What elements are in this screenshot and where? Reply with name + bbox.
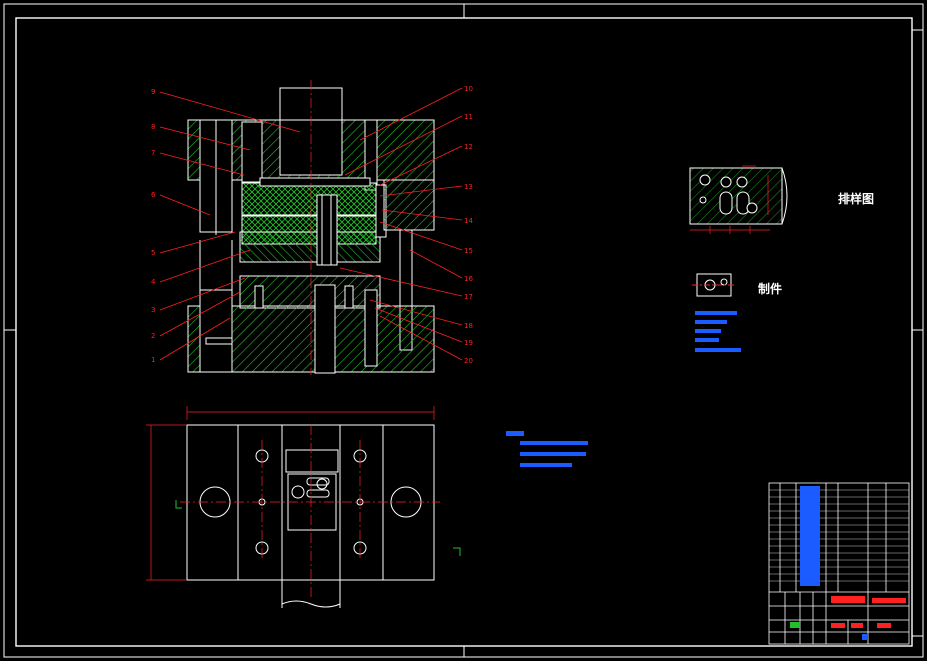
- part-number: 18: [464, 322, 473, 330]
- part-number: 9: [151, 88, 155, 96]
- part-number: 20: [464, 357, 473, 365]
- workpiece-notes: [695, 311, 741, 352]
- technical-requirements: [506, 431, 588, 467]
- layout-diagram-label: 排样图: [838, 191, 874, 206]
- part-number: 8: [151, 123, 155, 131]
- part-number: 12: [464, 143, 473, 151]
- part-number: 16: [464, 275, 473, 283]
- title-block-entries: [800, 486, 820, 586]
- title-block-name: [831, 596, 906, 628]
- strip-layout: [689, 167, 788, 225]
- part-number: 6: [151, 191, 156, 199]
- part-number: 7: [151, 149, 155, 157]
- workpiece-view: [692, 273, 736, 297]
- plan-dimensions: [146, 406, 435, 581]
- part-number: 4: [151, 278, 156, 286]
- part-number: 3: [151, 306, 155, 314]
- sheet-border: [3, 3, 924, 658]
- workpiece-label: 制件: [758, 281, 782, 296]
- part-number: 14: [464, 217, 473, 225]
- part-numbers-left: 9 8 7 6 5 4 3 2 1: [151, 88, 156, 364]
- part-number: 13: [464, 183, 473, 191]
- part-number: 15: [464, 247, 473, 255]
- die-plan-view: [186, 424, 435, 608]
- part-numbers-right: 10 11 12 13 14 15 16 17 18 19 20: [464, 85, 473, 365]
- section-markers: [175, 500, 461, 556]
- title-block-rows: [769, 489, 909, 582]
- plan-centerlines: [180, 425, 440, 600]
- part-number: 10: [464, 85, 473, 93]
- part-number: 5: [151, 249, 155, 257]
- part-number: 2: [151, 332, 155, 340]
- part-number: 11: [464, 113, 473, 121]
- part-number: 1: [151, 356, 155, 364]
- cad-drawing-sheet: 9 8 7 6 5 4 3 2 1 10 11 12 13 14 15 16 1…: [0, 0, 927, 661]
- part-number: 17: [464, 293, 473, 301]
- title-block: [768, 482, 910, 645]
- drawing-svg: 9 8 7 6 5 4 3 2 1 10 11 12 13 14 15 16 1…: [3, 3, 924, 658]
- part-number: 19: [464, 339, 473, 347]
